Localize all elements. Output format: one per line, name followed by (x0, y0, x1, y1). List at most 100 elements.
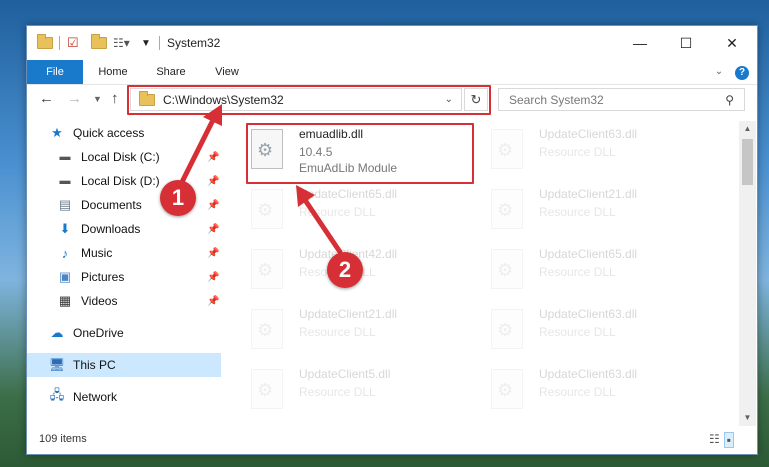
pictures-icon: ▣ (58, 269, 72, 284)
dll-file-icon (251, 309, 283, 349)
file-description: Resource DLL (539, 325, 616, 339)
file-name: UpdateClient65.dll (299, 187, 398, 201)
dll-file-icon (491, 369, 523, 409)
file-item[interactable]: UpdateClient65.dll Resource DLL (251, 185, 481, 241)
scroll-up-icon[interactable]: ▲ (739, 121, 756, 137)
recent-locations-icon[interactable]: ▼ (93, 94, 102, 104)
search-placeholder: Search System32 (509, 92, 604, 107)
status-item-count: 109 items (39, 433, 87, 445)
dll-file-icon (491, 189, 523, 229)
file-description: Resource DLL (539, 145, 616, 159)
file-item[interactable]: UpdateClient63.dll Resource DLL (491, 305, 721, 361)
new-folder-icon[interactable] (91, 34, 107, 51)
sidebar-item-downloads[interactable]: ⬇ Downloads 📌 (27, 217, 221, 241)
pin-icon: 📌 (207, 175, 220, 187)
sidebar-item-music[interactable]: ♪ Music 📌 (27, 241, 221, 265)
expand-ribbon-icon[interactable]: ⌄ (711, 60, 727, 84)
sidebar-item-label: Network (73, 390, 118, 404)
separator (59, 35, 60, 51)
help-icon[interactable]: ? (734, 60, 750, 84)
file-description: Resource DLL (539, 265, 616, 279)
maximize-button[interactable]: ☐ (663, 26, 709, 60)
dll-file-icon (251, 249, 283, 289)
pin-icon: 📌 (207, 151, 220, 163)
file-item[interactable]: UpdateClient42.dll Resource DLL (251, 245, 481, 301)
dll-file-icon (491, 309, 523, 349)
sidebar-item-label: Quick access (73, 126, 145, 140)
pin-icon: 📌 (207, 271, 220, 283)
navigation-pane: ★ Quick access ▬ Local Disk (C:) 📌 ▬ Loc… (27, 121, 221, 421)
file-name: UpdateClient63.dll (539, 367, 638, 381)
file-item[interactable]: UpdateClient63.dll Resource DLL (491, 125, 721, 181)
sidebar-item-label: Music (81, 246, 113, 260)
file-item[interactable]: UpdateClient21.dll Resource DLL (251, 305, 481, 361)
sidebar-item-label: Downloads (81, 222, 141, 236)
pin-icon: 📌 (207, 223, 220, 235)
sidebar-item-videos[interactable]: ▦ Videos 📌 (27, 289, 221, 313)
file-item[interactable]: UpdateClient63.dll Resource DLL (491, 365, 721, 421)
scroll-thumb[interactable] (742, 139, 753, 185)
pin-icon: 📌 (207, 199, 220, 211)
file-description: Resource DLL (299, 205, 376, 219)
scroll-down-icon[interactable]: ▼ (739, 410, 756, 426)
dll-file-icon (251, 369, 283, 409)
file-description: Resource DLL (299, 325, 376, 339)
large-icons-view-icon[interactable]: ▪ (723, 432, 735, 448)
step-marker-one: 1 (160, 180, 196, 216)
sidebar-item-label: This PC (73, 358, 116, 372)
file-item[interactable]: UpdateClient65.dll Resource DLL (491, 245, 721, 301)
file-name: UpdateClient5.dll (299, 367, 391, 381)
videos-icon: ▦ (58, 293, 72, 308)
chevron-down-icon[interactable]: ▼ (141, 35, 151, 51)
dll-file-icon (491, 249, 523, 289)
back-arrow-icon[interactable]: ← (39, 90, 54, 107)
music-icon: ♪ (61, 245, 69, 261)
sidebar-item-local-disk-c[interactable]: ▬ Local Disk (C:) 📌 (27, 145, 221, 169)
sidebar-item-onedrive[interactable]: ☁ OneDrive (27, 321, 221, 345)
sidebar-item-network[interactable]: 🖧 Network (27, 385, 221, 409)
cloud-icon: ☁ (50, 325, 64, 340)
pin-icon: 📌 (207, 247, 220, 259)
sidebar-item-label: Local Disk (D:) (81, 174, 160, 188)
tab-view[interactable]: View (205, 60, 249, 84)
computer-icon: 🖥 (48, 357, 66, 372)
sidebar-item-this-pc[interactable]: 🖥 This PC (27, 353, 221, 377)
dll-file-icon (491, 129, 523, 169)
tab-file[interactable]: File (27, 60, 83, 84)
pin-icon: 📌 (207, 295, 220, 307)
file-name: UpdateClient65.dll (539, 247, 638, 261)
file-description: Resource DLL (299, 385, 376, 399)
sidebar-item-label: OneDrive (73, 326, 124, 340)
file-name: UpdateClient21.dll (539, 187, 638, 201)
search-icon: ⚲ (725, 92, 734, 107)
up-arrow-icon[interactable]: ↑ (111, 90, 119, 107)
network-icon: 🖧 (49, 387, 65, 402)
address-highlight-box (127, 85, 491, 115)
minimize-button[interactable]: — (617, 26, 663, 60)
file-description: Resource DLL (539, 205, 616, 219)
details-view-icon[interactable]: ☷ (709, 432, 720, 448)
tab-home[interactable]: Home (91, 60, 135, 84)
sidebar-item-pictures[interactable]: ▣ Pictures 📌 (27, 265, 221, 289)
downloads-icon: ⬇ (59, 221, 71, 236)
close-button[interactable]: ✕ (709, 26, 755, 60)
ribbon: File Home Share View ⌄ ? (27, 60, 757, 85)
sidebar-item-quick-access[interactable]: ★ Quick access (27, 121, 221, 145)
file-item[interactable]: UpdateClient5.dll Resource DLL (251, 365, 481, 421)
file-item[interactable]: UpdateClient21.dll Resource DLL (491, 185, 721, 241)
tab-share[interactable]: Share (149, 60, 193, 84)
sidebar-item-label: Pictures (81, 270, 125, 284)
sidebar-item-label: Videos (81, 294, 118, 308)
file-description: Resource DLL (539, 385, 616, 399)
vertical-scrollbar[interactable]: ▲ ▼ (739, 121, 756, 426)
customize-toolbar-icon[interactable]: ☷▾ (113, 35, 130, 51)
file-name: UpdateClient21.dll (299, 307, 398, 321)
forward-arrow-icon[interactable]: → (67, 90, 82, 107)
drive-icon: ▬ (59, 175, 71, 187)
file-name: UpdateClient63.dll (539, 127, 638, 141)
file-explorer-window: ☑ ☷▾ ▼ System32 — ☐ ✕ File Home Share Vi… (26, 25, 758, 455)
properties-icon[interactable]: ☑ (67, 35, 79, 51)
sidebar-item-label: Local Disk (C:) (81, 150, 160, 164)
star-icon: ★ (51, 125, 63, 140)
search-input[interactable]: Search System32 ⚲ (498, 88, 745, 111)
